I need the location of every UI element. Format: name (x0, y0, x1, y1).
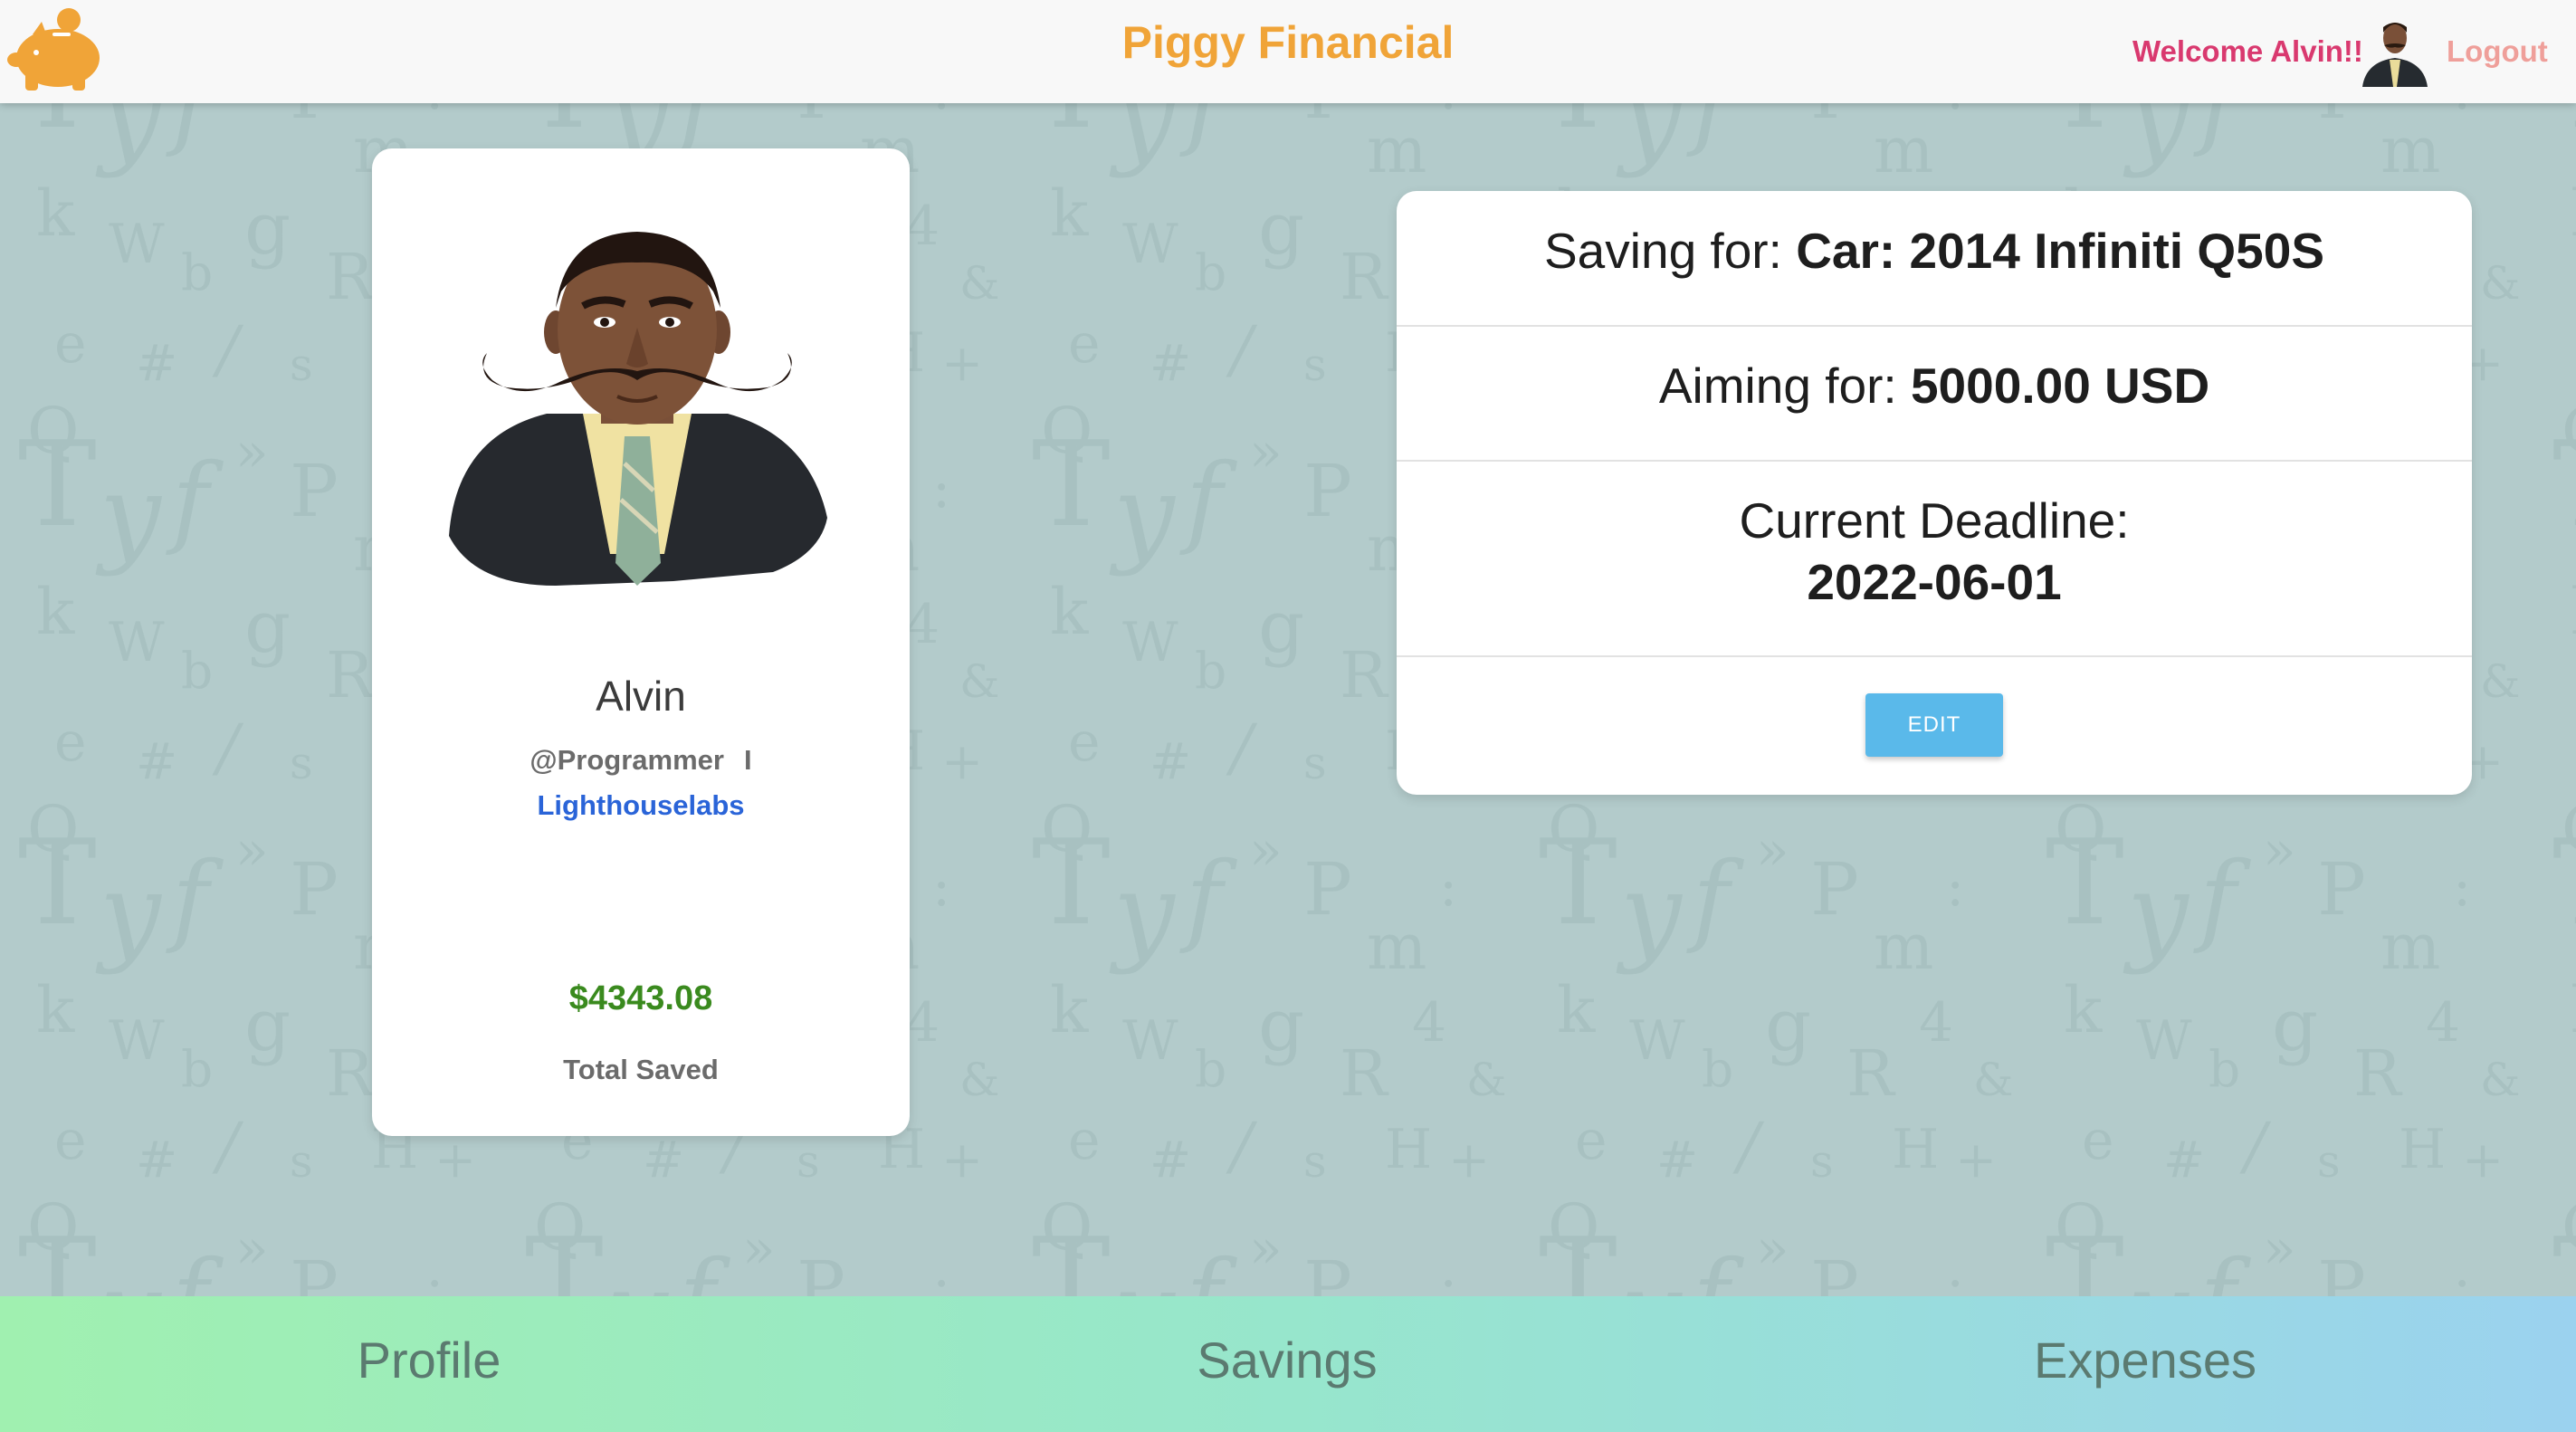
logout-link[interactable]: Logout (2447, 34, 2548, 69)
piggy-bank-icon[interactable] (5, 5, 107, 94)
tab-profile[interactable]: Profile (0, 1331, 858, 1389)
aiming-for-label: Aiming for: (1658, 358, 1897, 414)
profile-role-text: @Programmer (530, 744, 724, 776)
savings-goal-card: Saving for: Car: 2014 Infiniti Q50S Aimi… (1397, 191, 2472, 795)
edit-button[interactable]: EDIT (1865, 693, 2003, 757)
profile-company-link[interactable]: Lighthouselabs (372, 789, 910, 822)
profile-role: @Programmer I (372, 744, 910, 777)
divider (1397, 325, 2472, 327)
total-saved-label: Total Saved (563, 1054, 719, 1085)
divider (1397, 460, 2472, 462)
tab-expenses[interactable]: Expenses (1716, 1331, 2574, 1389)
avatar[interactable] (2359, 14, 2431, 87)
total-saved-amount: $4343.08 (568, 979, 713, 1017)
top-navbar: Piggy Financial Welcome Alvin!! Logout (0, 0, 2576, 103)
tab-savings[interactable]: Savings (858, 1331, 1716, 1389)
divider (1397, 655, 2472, 657)
welcome-text: Welcome Alvin!! (2132, 34, 2363, 68)
bottom-nav: Profile Savings Expenses (0, 1296, 2576, 1432)
deadline-label: Current Deadline: (1739, 492, 2130, 549)
aiming-for-row: Aiming for: 5000.00 USD (1397, 357, 2472, 415)
saving-for-value: Car: 2014 Infiniti Q50S (1796, 223, 2324, 279)
deadline-value: 2022-06-01 (1807, 554, 2062, 610)
saving-for-label: Saving for: (1543, 223, 1782, 279)
profile-portrait (449, 232, 827, 586)
aiming-for-value: 5000.00 USD (1910, 358, 2210, 414)
saving-for-row: Saving for: Car: 2014 Infiniti Q50S (1397, 222, 2472, 280)
role-separator: I (743, 744, 752, 776)
profile-card: Alvin @Programmer I Lighthouselabs $4343.… (372, 148, 910, 1136)
profile-name: Alvin (596, 673, 686, 720)
